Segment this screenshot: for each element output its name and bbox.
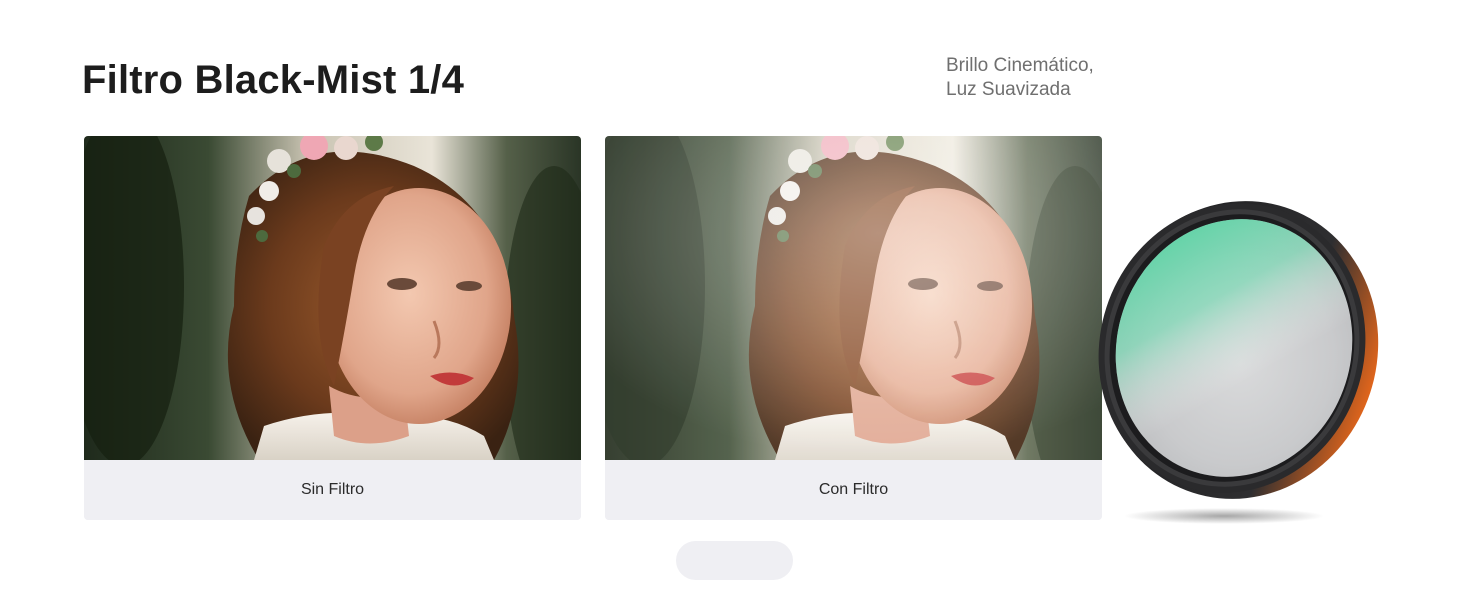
portrait-photo-without-filter bbox=[84, 136, 581, 460]
tagline-line-2: Luz Suavizada bbox=[946, 79, 1071, 100]
page-title: Filtro Black-Mist 1/4 bbox=[82, 58, 465, 102]
carousel-indicator-button[interactable] bbox=[676, 541, 793, 580]
caption-with-filter: Con Filtro bbox=[605, 460, 1102, 520]
portrait-photo-with-filter bbox=[605, 136, 1102, 460]
after-card: Con Filtro bbox=[605, 136, 1102, 520]
before-card: Sin Filtro bbox=[84, 136, 581, 520]
tagline-line-1: Brillo Cinemático, bbox=[946, 55, 1094, 76]
lens-filter-product-image bbox=[1084, 188, 1384, 528]
caption-without-filter: Sin Filtro bbox=[84, 460, 581, 520]
tagline: Brillo Cinemático, Luz Suavizada bbox=[946, 54, 1094, 102]
